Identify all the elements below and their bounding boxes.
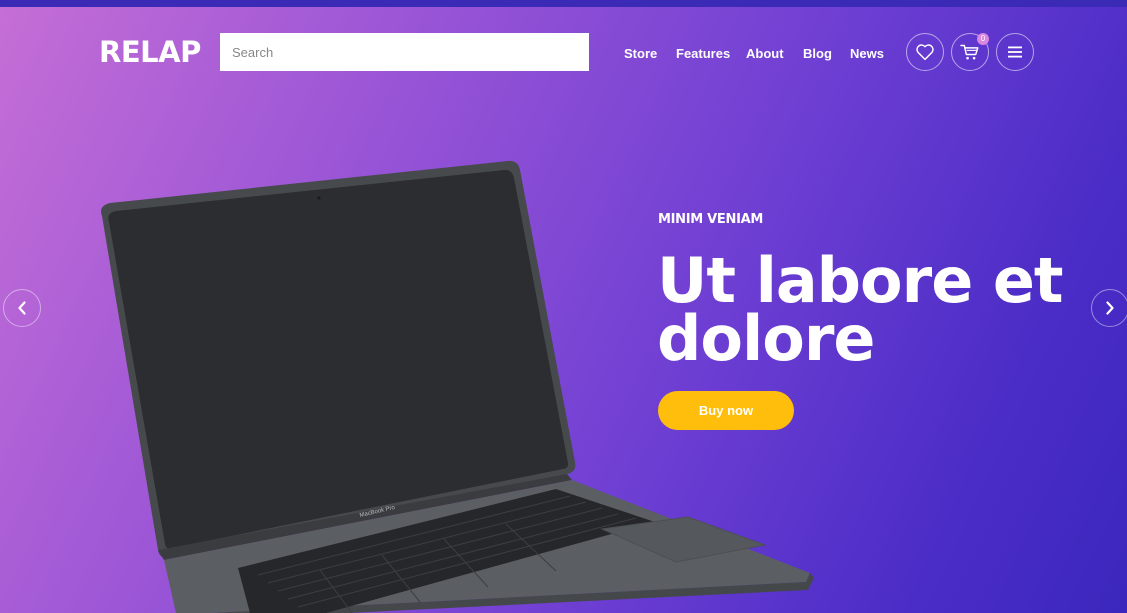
hamburger-icon	[1008, 46, 1022, 58]
buy-now-button[interactable]: Buy now	[658, 391, 794, 430]
nav-blog[interactable]: Blog	[803, 45, 832, 63]
nav-about[interactable]: About	[746, 45, 784, 63]
top-strip	[0, 0, 1127, 7]
cart-count-badge: 0	[977, 33, 989, 45]
cart-icon	[960, 44, 979, 60]
wishlist-button[interactable]	[906, 33, 944, 71]
logo[interactable]: RELAP	[99, 36, 201, 68]
nav-features[interactable]: Features	[676, 45, 730, 63]
search-input[interactable]	[220, 33, 589, 71]
chevron-left-icon	[18, 301, 26, 315]
nav-store[interactable]: Store	[624, 45, 657, 63]
hero-eyebrow: MINIM VENIAM	[658, 212, 764, 227]
heart-icon	[916, 44, 934, 61]
chevron-right-icon	[1106, 301, 1114, 315]
nav-news[interactable]: News	[850, 45, 884, 63]
prev-slide-button[interactable]	[3, 289, 41, 327]
cart-button[interactable]: 0	[951, 33, 989, 71]
hero-headline: Ut labore et dolore	[657, 244, 1064, 375]
menu-button[interactable]	[996, 33, 1034, 71]
